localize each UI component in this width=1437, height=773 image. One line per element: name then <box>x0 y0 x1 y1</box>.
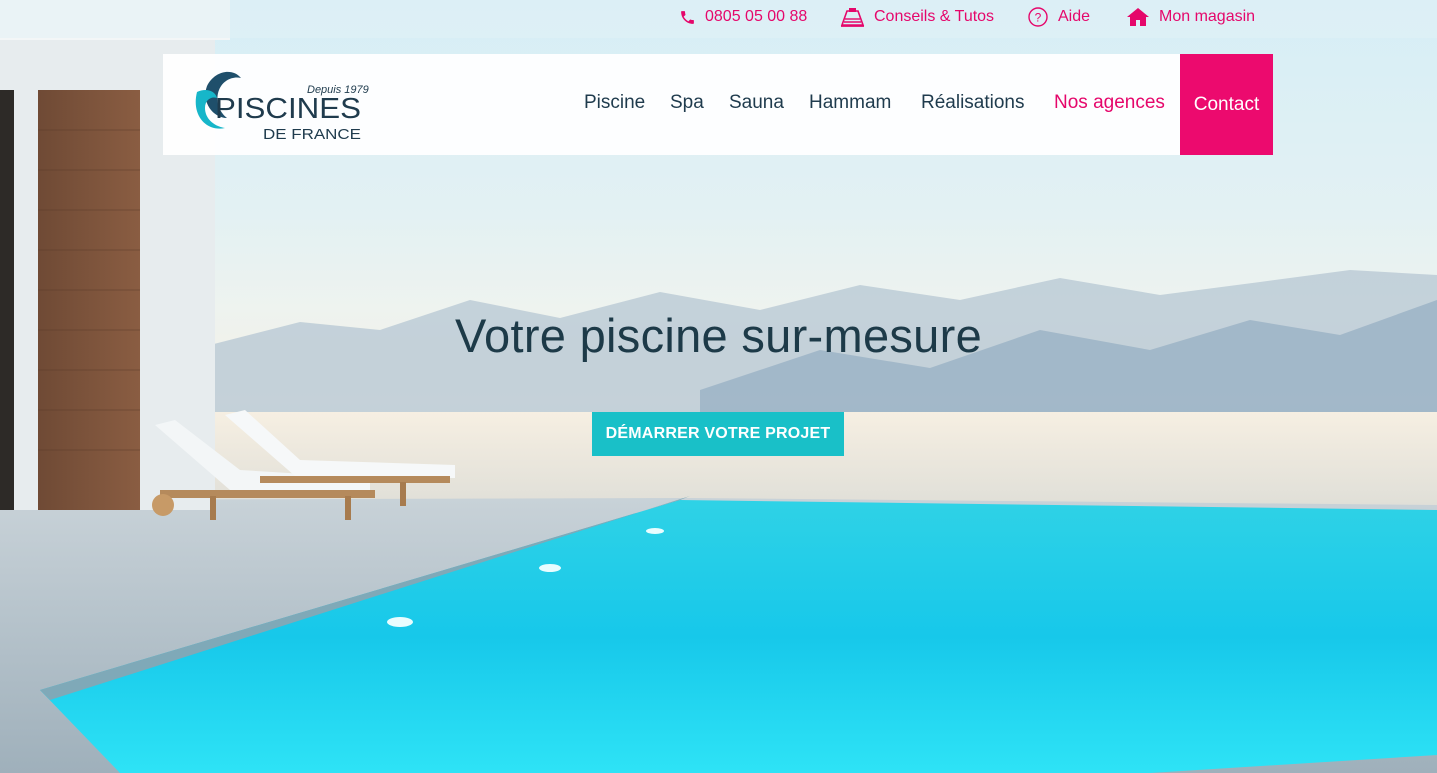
svg-text:?: ? <box>1035 11 1042 25</box>
nav-sauna[interactable]: Sauna <box>729 92 784 114</box>
hero-title: Votre piscine sur-mesure <box>454 309 983 362</box>
contact-button[interactable]: Contact <box>1180 54 1273 155</box>
brand-logo[interactable]: Depuis 1979 PISCINES DE FRANCE <box>189 66 369 144</box>
main-header: Depuis 1979 PISCINES DE FRANCE Piscine S… <box>163 54 1273 155</box>
book-icon <box>840 8 865 27</box>
help-label: Aide <box>1058 8 1091 25</box>
store-link[interactable]: Mon magasin <box>1126 6 1255 28</box>
phone-link[interactable]: 0805 05 00 88 <box>679 6 807 28</box>
start-project-button[interactable]: DÉMARRER VOTRE PROJET <box>592 412 844 456</box>
store-label: Mon magasin <box>1159 8 1256 25</box>
nav-piscine[interactable]: Piscine <box>584 92 645 114</box>
help-icon: ? <box>1028 7 1048 27</box>
logo-sub: DE FRANCE <box>263 126 361 143</box>
tips-label: Conseils & Tutos <box>874 8 995 25</box>
logo-brand: PISCINES <box>215 93 361 125</box>
nav-realisations[interactable]: Réalisations <box>921 92 1025 114</box>
nav-nos-agences[interactable]: Nos agences <box>1054 92 1165 114</box>
logo-graphic: Depuis 1979 PISCINES DE FRANCE <box>195 71 369 143</box>
nav-hammam[interactable]: Hammam <box>809 92 891 114</box>
phone-icon <box>681 10 694 24</box>
phone-number: 0805 05 00 88 <box>705 8 808 25</box>
tips-link[interactable]: Conseils & Tutos <box>840 6 994 28</box>
nav-spa[interactable]: Spa <box>670 92 704 114</box>
help-link[interactable]: ? Aide <box>1027 6 1090 28</box>
home-icon <box>1127 8 1149 26</box>
